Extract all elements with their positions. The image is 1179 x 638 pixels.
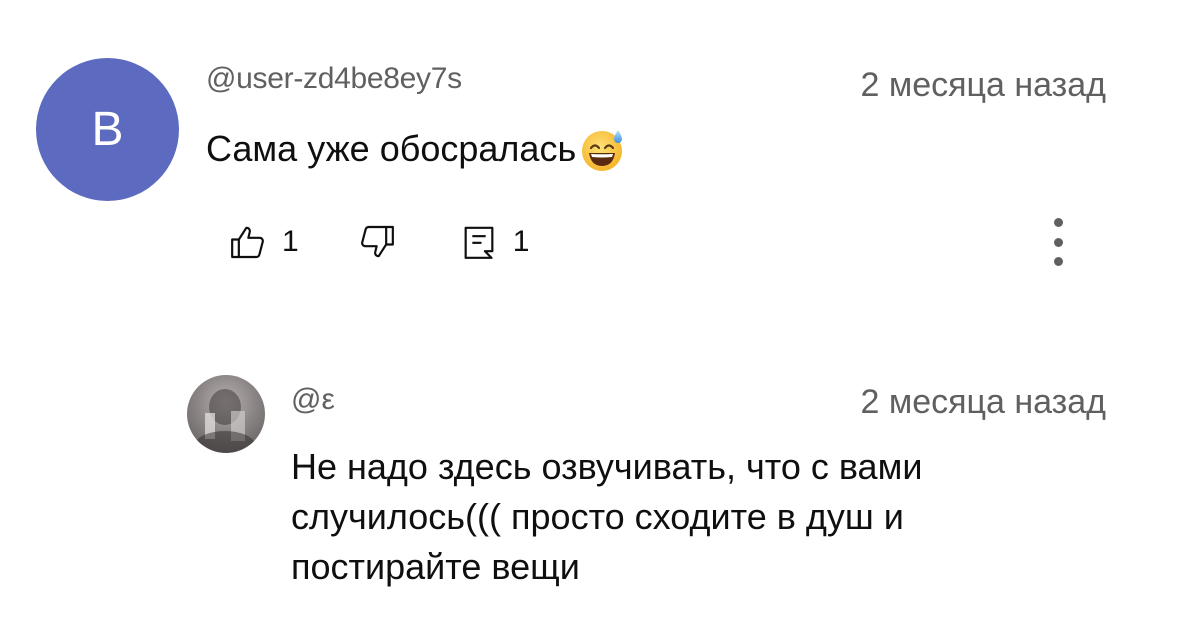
more-options-button[interactable] xyxy=(1040,214,1076,270)
vertical-ellipsis-icon xyxy=(1053,218,1063,227)
dislike-button[interactable] xyxy=(357,222,397,262)
reply-button[interactable]: 1 xyxy=(459,222,530,262)
comment-actions: 1 1 xyxy=(228,220,529,264)
reply-author[interactable]: @ε xyxy=(291,383,335,417)
reply-time: 2 месяца назад xyxy=(860,383,1106,421)
comment-author[interactable]: @user-zd4be8ey7s xyxy=(206,62,462,96)
comment-text-row: Сама уже обосралась xyxy=(206,124,628,174)
reply-avatar[interactable] xyxy=(187,375,265,453)
like-count: 1 xyxy=(282,225,299,258)
avatar[interactable]: B xyxy=(36,58,179,201)
reply-count: 1 xyxy=(512,225,530,258)
comment-time: 2 месяца назад xyxy=(860,66,1106,104)
grinning-face-with-sweat-icon xyxy=(582,130,623,171)
thumbs-down-icon xyxy=(360,225,394,258)
like-button[interactable]: 1 xyxy=(228,222,299,262)
comment-text: Сама уже обосралась xyxy=(206,128,577,169)
profile-photo-icon xyxy=(195,389,255,453)
comment-icon xyxy=(464,226,494,259)
ellipsis-dot xyxy=(1053,257,1063,266)
thumbs-up-icon xyxy=(231,226,264,259)
ellipsis-dot xyxy=(1053,237,1063,247)
avatar-letter: B xyxy=(91,102,124,156)
reply-text: Не надо здесь озвучивать, что с вами слу… xyxy=(291,446,923,587)
